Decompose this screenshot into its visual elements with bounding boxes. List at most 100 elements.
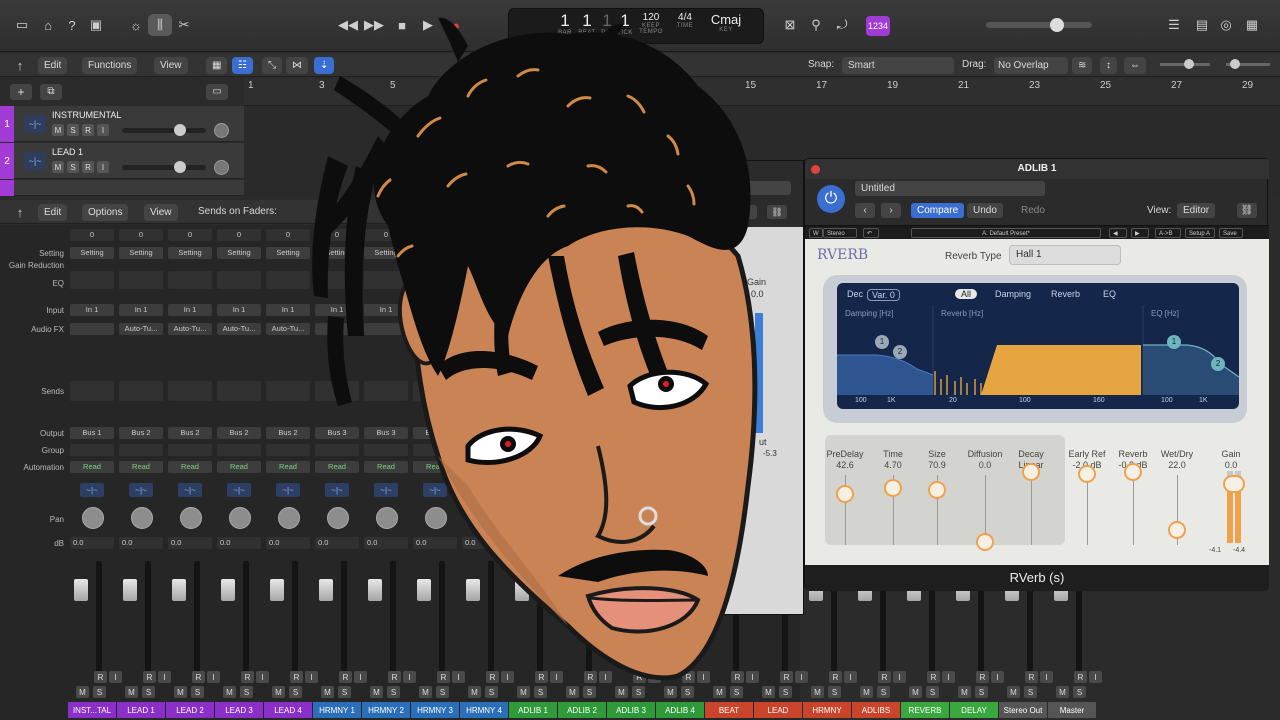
record-enable-button[interactable]: R [192, 671, 205, 683]
channel-name[interactable]: REVERB [901, 702, 949, 718]
mute-button[interactable]: M [909, 686, 922, 698]
waves-preset-select[interactable]: A: Default Preset* [911, 228, 1101, 238]
param-slider-track[interactable] [1031, 475, 1032, 545]
record-enable-button[interactable]: R [82, 124, 94, 136]
group-slot[interactable] [119, 444, 163, 456]
solo-button[interactable]: S [67, 124, 79, 136]
mute-button[interactable]: M [52, 161, 64, 173]
audio-fx-slot[interactable]: Auto-Tu... [168, 323, 212, 335]
output-slot[interactable]: Bus 2 [119, 427, 163, 439]
duplicate-track-icon[interactable]: ⧉ [40, 84, 62, 100]
volume-fader-cap[interactable] [221, 579, 235, 601]
vertical-zoom-knob[interactable] [1184, 59, 1194, 69]
param-slider-knob[interactable] [1022, 463, 1040, 481]
channel-name[interactable]: INST...TAL [68, 702, 116, 718]
group-slot[interactable] [168, 444, 212, 456]
pan-knob[interactable] [180, 507, 202, 529]
master-volume-slider[interactable] [986, 22, 1092, 28]
channel-name[interactable]: LEAD 3 [215, 702, 263, 718]
volume-fader-cap[interactable] [123, 579, 137, 601]
volume-fader-track[interactable] [145, 561, 151, 679]
mute-button[interactable]: M [223, 686, 236, 698]
setup-button[interactable]: Setup A [1185, 228, 1215, 238]
eq-display[interactable] [217, 271, 261, 289]
param-slider-knob[interactable] [884, 479, 902, 497]
solo-button[interactable]: S [877, 686, 890, 698]
audio-fx-slot[interactable]: Auto-Tu... [217, 323, 261, 335]
input-slot[interactable]: In 1 [70, 304, 114, 316]
track-volume-slider[interactable] [122, 165, 206, 170]
toolbar-icon[interactable]: ▣ [84, 14, 108, 36]
grid-view-icon[interactable]: ▦ [206, 57, 228, 74]
track-row[interactable] [0, 180, 244, 196]
vertical-zoom-icon[interactable]: ↕ [1100, 57, 1117, 74]
input-gain[interactable]: 0 [217, 229, 261, 241]
cycle-icon[interactable]: ⤾ [830, 14, 854, 36]
param-slider-knob[interactable] [1078, 465, 1096, 483]
automation-mode[interactable]: Read [168, 461, 212, 473]
mixer-view-menu[interactable]: View [144, 204, 178, 221]
record-enable-button[interactable]: R [878, 671, 891, 683]
horizontal-zoom-knob[interactable] [1230, 59, 1240, 69]
input-slot[interactable]: In 1 [217, 304, 261, 316]
tracks-functions-menu[interactable]: Functions [82, 57, 138, 74]
mute-button[interactable]: M [811, 686, 824, 698]
a-b-button[interactable]: A->B [1155, 228, 1181, 238]
back-arrow-icon[interactable]: ↑ [8, 54, 32, 76]
drag-select[interactable]: No Overlap [994, 57, 1068, 74]
next-icon[interactable]: ▶ [1131, 228, 1149, 238]
global-tracks-icon[interactable]: ▭ [206, 84, 228, 100]
param-slider-track[interactable] [1087, 475, 1088, 545]
channel-name[interactable]: ADLIBS [852, 702, 900, 718]
output-slot[interactable]: Bus 2 [168, 427, 212, 439]
reverb-type-select[interactable]: Hall 1 [1009, 245, 1121, 265]
sends-slot[interactable] [168, 381, 212, 401]
solo-button[interactable]: S [975, 686, 988, 698]
eq-display[interactable] [70, 271, 114, 289]
smart-controls-icon[interactable]: ☼ [124, 14, 148, 36]
solo-button[interactable]: S [926, 686, 939, 698]
inbox-icon[interactable]: ⌂ [36, 14, 60, 36]
solo-button[interactable]: S [828, 686, 841, 698]
param-slider-knob[interactable] [928, 481, 946, 499]
record-enable-button[interactable]: R [1074, 671, 1087, 683]
group-slot[interactable] [217, 444, 261, 456]
pan-knob[interactable] [82, 507, 104, 529]
mute-button[interactable]: M [125, 686, 138, 698]
volume-fader-track[interactable] [194, 561, 200, 679]
channel-name[interactable]: LEAD 1 [117, 702, 165, 718]
channel-name[interactable]: Master [1048, 702, 1096, 718]
link-icon[interactable]: ⛓ [1237, 203, 1257, 218]
solo-button[interactable]: S [240, 686, 253, 698]
mixer-edit-menu[interactable]: Edit [38, 204, 68, 221]
mute-button[interactable]: M [174, 686, 187, 698]
mixer-back-icon[interactable]: ↑ [8, 201, 32, 223]
view-select[interactable]: Editor [1177, 203, 1216, 218]
input-slot[interactable]: In 1 [119, 304, 163, 316]
notepad-icon[interactable]: ▤ [1190, 14, 1214, 36]
param-slider-knob[interactable] [976, 533, 994, 551]
horizontal-zoom-icon[interactable]: ⇔ [1124, 57, 1146, 74]
solo-button[interactable]: S [67, 161, 79, 173]
mute-button[interactable]: M [52, 124, 64, 136]
record-enable-button[interactable]: R [143, 671, 156, 683]
track-volume-knob[interactable] [174, 124, 186, 136]
eq-node-2[interactable]: 2 [1211, 357, 1225, 371]
automation-mode[interactable]: Read [70, 461, 114, 473]
library-icon[interactable]: ▭ [10, 14, 34, 36]
solo-button[interactable]: S [93, 686, 106, 698]
master-volume-knob[interactable] [1050, 18, 1064, 32]
input-monitor-button[interactable]: I [97, 124, 109, 136]
mixer-options-menu[interactable]: Options [82, 204, 129, 221]
track-row[interactable]: 2 ~|~ LEAD 1 M S R I [0, 143, 244, 179]
count-in-button[interactable]: 1234 [866, 16, 890, 36]
solo-button[interactable]: S [1024, 686, 1037, 698]
group-slot[interactable] [70, 444, 114, 456]
mute-button[interactable]: M [76, 686, 89, 698]
prev-icon[interactable]: ◀ [1109, 228, 1127, 238]
volume-fader-cap[interactable] [74, 579, 88, 601]
pan-knob[interactable] [131, 507, 153, 529]
input-slot[interactable]: In 1 [168, 304, 212, 316]
track-volume-knob[interactable] [174, 161, 186, 173]
setting-button[interactable]: Setting [119, 247, 163, 259]
